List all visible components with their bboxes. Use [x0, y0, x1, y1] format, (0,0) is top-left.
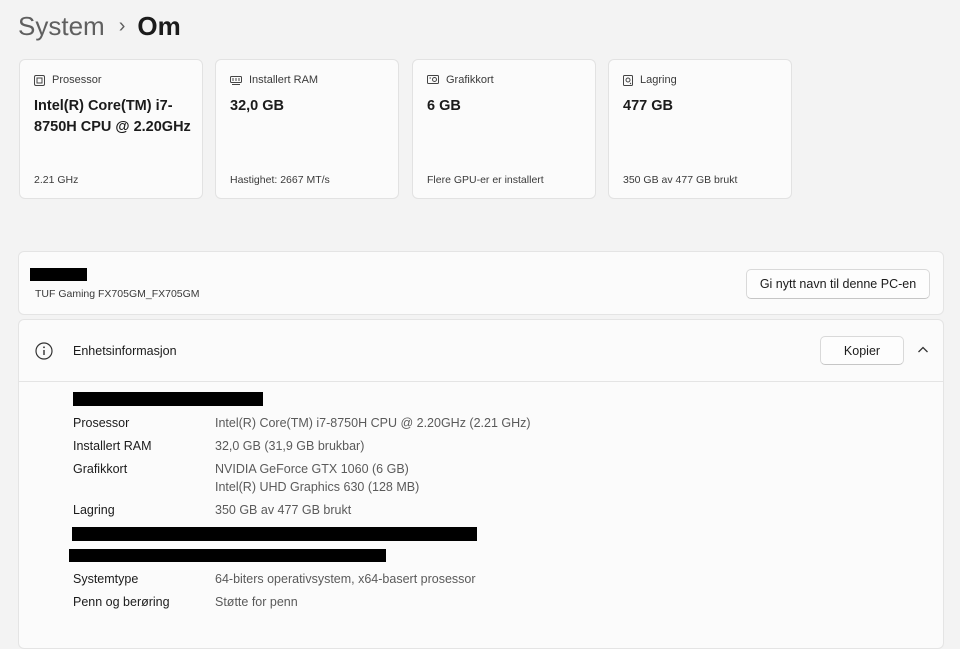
storage-card-sub: 350 GB av 477 GB brukt — [623, 174, 738, 186]
ram-icon — [230, 75, 242, 85]
device-name-panel: TUF Gaming FX705GM_FX705GM Gi nytt navn … — [18, 251, 944, 315]
storage-card-value: 477 GB — [623, 98, 673, 114]
breadcrumb-system-link[interactable]: System — [18, 11, 105, 42]
spec-value: Intel(R) UHD Graphics 630 (128 MB) — [215, 480, 420, 494]
spec-value: 64-biters operativsystem, x64-basert pro… — [215, 572, 476, 586]
chevron-up-icon[interactable] — [917, 344, 929, 356]
device-info-title: Enhetsinformasjon — [73, 344, 177, 358]
spec-value: 32,0 GB (31,9 GB brukbar) — [215, 439, 365, 453]
redacted-device-name-line — [73, 392, 263, 406]
graphics-card-value: 6 GB — [427, 98, 461, 114]
processor-card-sub: 2.21 GHz — [34, 174, 79, 186]
spec-value: Intel(R) Core(TM) i7-8750H CPU @ 2.20GHz… — [215, 416, 531, 430]
storage-card: Lagring 477 GB 350 GB av 477 GB brukt — [608, 59, 792, 199]
spec-label: Lagring — [73, 503, 115, 517]
processor-card-label: Prosessor — [52, 74, 102, 86]
spec-value: Støtte for penn — [215, 595, 298, 609]
storage-icon — [623, 74, 633, 86]
spec-value: NVIDIA GeForce GTX 1060 (6 GB) — [215, 462, 409, 476]
copy-button[interactable]: Kopier — [820, 336, 904, 365]
ram-card-label: Installert RAM — [249, 74, 319, 86]
info-icon — [35, 342, 53, 360]
spec-label: Systemtype — [73, 572, 139, 586]
page-title: Om — [137, 10, 181, 41]
graphics-card-sub: Flere GPU-er er installert — [427, 174, 544, 186]
spec-value: 350 GB av 477 GB brukt — [215, 503, 352, 517]
ram-card-value: 32,0 GB — [230, 98, 284, 114]
storage-card-label: Lagring — [640, 74, 677, 86]
breadcrumb: System › Om — [18, 8, 181, 44]
redacted-product-id — [69, 549, 386, 562]
processor-card-value: Intel(R) Core(TM) i7-8750H CPU @ 2.20GHz — [34, 98, 191, 135]
ram-card: Installert RAM 32,0 GB Hastighet: 2667 M… — [215, 59, 399, 199]
redacted-device-name — [30, 268, 87, 281]
device-info-panel: Enhetsinformasjon Kopier Prosessor Intel… — [18, 319, 944, 649]
spec-label: Prosessor — [73, 416, 130, 430]
graphics-card-icon — [427, 75, 439, 84]
rename-pc-button[interactable]: Gi nytt navn til denne PC-en — [746, 269, 930, 299]
ram-card-sub: Hastighet: 2667 MT/s — [230, 174, 330, 186]
device-info-header[interactable]: Enhetsinformasjon Kopier — [19, 320, 943, 382]
graphics-card-label: Grafikkort — [446, 74, 494, 86]
chevron-right-icon: › — [118, 14, 126, 37]
spec-label: Penn og berøring — [73, 595, 170, 609]
processor-card: Prosessor Intel(R) Core(TM) i7-8750H CPU… — [19, 59, 203, 199]
device-model: TUF Gaming FX705GM_FX705GM — [35, 288, 200, 300]
redacted-device-id — [72, 527, 477, 541]
spec-label: Installert RAM — [73, 439, 152, 453]
processor-icon — [34, 74, 45, 86]
graphics-card: Grafikkort 6 GB Flere GPU-er er installe… — [412, 59, 596, 199]
spec-label: Grafikkort — [73, 462, 128, 476]
